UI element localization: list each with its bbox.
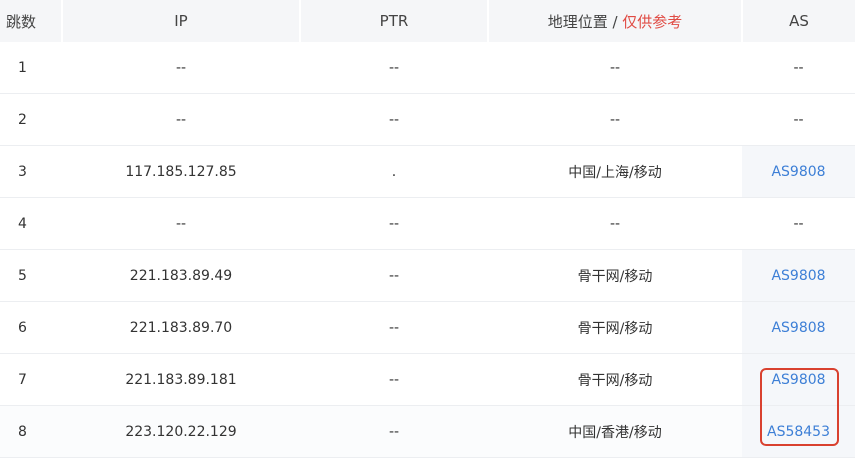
ip-cell: --	[62, 197, 300, 250]
geo-cell: 中国/香港/移动	[488, 405, 742, 458]
hop-cell: 2	[0, 93, 62, 146]
as-link[interactable]: AS9808	[771, 372, 825, 388]
as-cell: --	[742, 93, 855, 146]
header-geo-label: 地理位置 /	[547, 12, 623, 31]
ptr-cell: --	[300, 249, 488, 302]
as-link[interactable]: AS9808	[771, 320, 825, 336]
hop-cell: 1	[0, 42, 62, 94]
table-row: 7 221.183.89.181 -- 骨干网/移动 AS9808	[0, 353, 855, 406]
hop-cell: 7	[0, 353, 62, 406]
header-geo-note: 仅供参考	[622, 12, 683, 31]
geo-cell: 骨干网/移动	[488, 249, 742, 302]
table-row: 8 223.120.22.129 -- 中国/香港/移动 AS58453	[0, 405, 855, 458]
header-as: AS	[742, 0, 855, 42]
ptr-cell: --	[300, 93, 488, 146]
ip-cell: 221.183.89.181	[62, 353, 300, 406]
ptr-cell: --	[300, 42, 488, 94]
geo-cell: 中国/上海/移动	[488, 145, 742, 198]
geo-cell: --	[488, 197, 742, 250]
hop-cell: 6	[0, 301, 62, 354]
as-cell: AS9808	[742, 301, 855, 354]
hop-cell: 5	[0, 249, 62, 302]
header-ip: IP	[62, 0, 301, 42]
header-row: 跳数 IP PTR 地理位置 / 仅供参考 AS	[0, 0, 855, 42]
header-geo: 地理位置 / 仅供参考	[488, 0, 743, 42]
as-cell: AS58453	[742, 405, 855, 458]
as-cell: AS9808	[742, 353, 855, 406]
table-row: 5 221.183.89.49 -- 骨干网/移动 AS9808	[0, 249, 855, 302]
traceroute-results: 跳数 IP PTR 地理位置 / 仅供参考 AS 1 -- -- -- -- 2…	[0, 0, 855, 458]
as-link[interactable]: AS9808	[771, 164, 825, 180]
ptr-cell: --	[300, 353, 488, 406]
as-cell: --	[742, 197, 855, 250]
ptr-cell: --	[300, 197, 488, 250]
ip-cell: 117.185.127.85	[62, 145, 300, 198]
table-row: 6 221.183.89.70 -- 骨干网/移动 AS9808	[0, 301, 855, 354]
as-cell: AS9808	[742, 145, 855, 198]
traceroute-table: 跳数 IP PTR 地理位置 / 仅供参考 AS 1 -- -- -- -- 2…	[0, 0, 855, 458]
geo-cell: 骨干网/移动	[488, 353, 742, 406]
table-row: 2 -- -- -- --	[0, 93, 855, 146]
table-row: 3 117.185.127.85 . 中国/上海/移动 AS9808	[0, 145, 855, 198]
geo-cell: --	[488, 93, 742, 146]
as-cell: --	[742, 42, 855, 94]
ip-cell: 221.183.89.49	[62, 249, 300, 302]
ip-cell: 221.183.89.70	[62, 301, 300, 354]
ip-cell: 223.120.22.129	[62, 405, 300, 458]
as-cell: AS9808	[742, 249, 855, 302]
hop-cell: 8	[0, 405, 62, 458]
hop-cell: 4	[0, 197, 62, 250]
geo-cell: --	[488, 42, 742, 94]
as-link[interactable]: AS58453	[767, 424, 830, 440]
table-body: 1 -- -- -- -- 2 -- -- -- -- 3 117.185.12…	[0, 42, 855, 458]
table-row: 1 -- -- -- --	[0, 42, 855, 94]
hop-cell: 3	[0, 145, 62, 198]
table-header: 跳数 IP PTR 地理位置 / 仅供参考 AS	[0, 0, 855, 42]
ptr-cell: --	[300, 301, 488, 354]
header-ptr: PTR	[300, 0, 489, 42]
as-link[interactable]: AS9808	[771, 268, 825, 284]
ptr-cell: --	[300, 405, 488, 458]
header-hop: 跳数	[0, 0, 63, 42]
ip-cell: --	[62, 42, 300, 94]
geo-cell: 骨干网/移动	[488, 301, 742, 354]
ip-cell: --	[62, 93, 300, 146]
ptr-cell: .	[300, 145, 488, 198]
table-row: 4 -- -- -- --	[0, 197, 855, 250]
